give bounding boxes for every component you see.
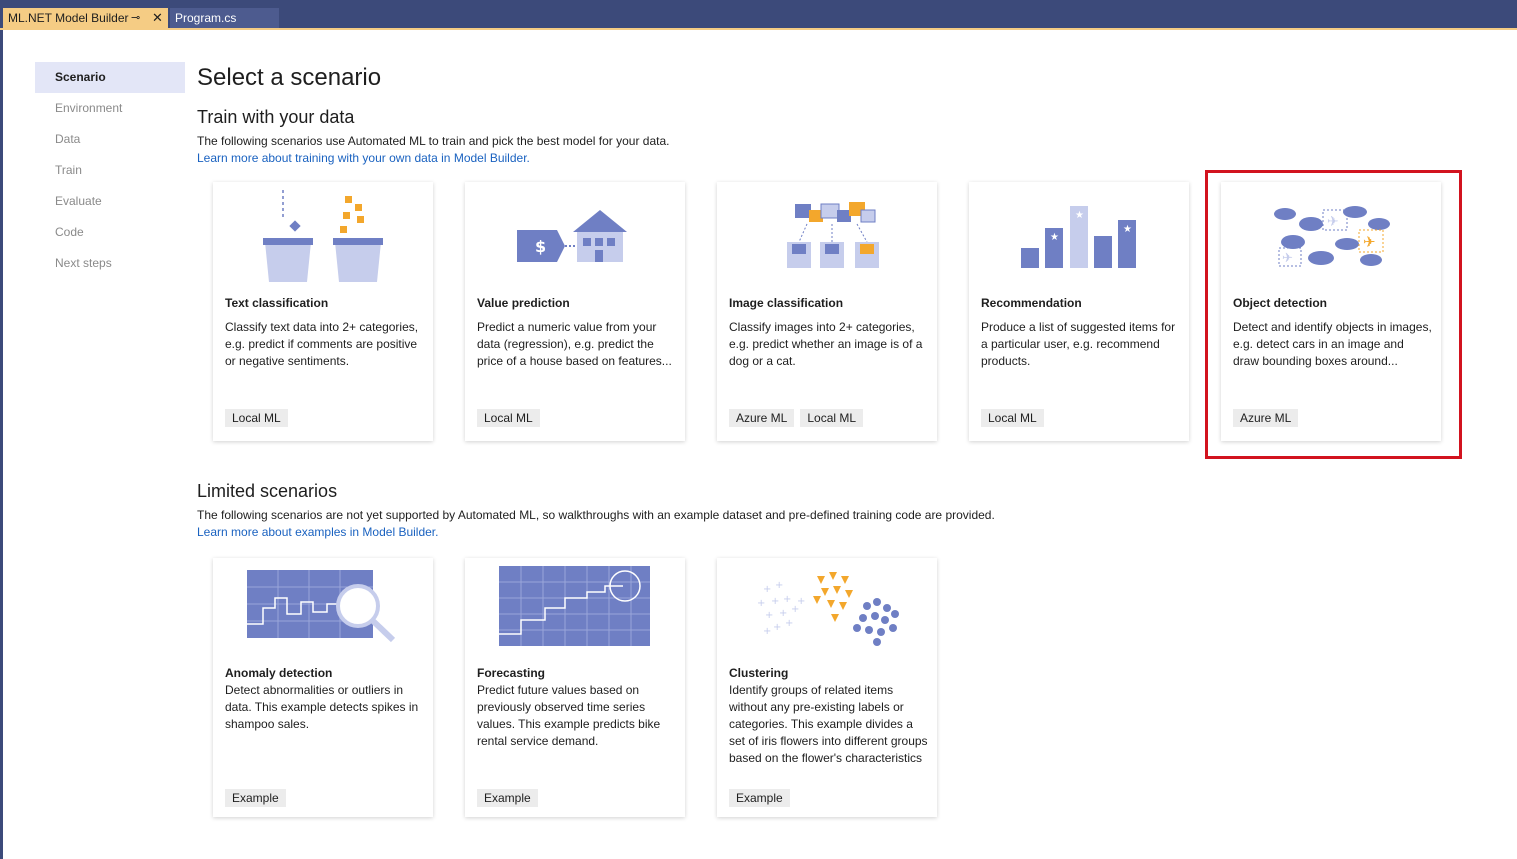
sidebar-item-scenario[interactable]: Scenario [35, 62, 185, 93]
limited-section-description: The following scenarios are not yet supp… [197, 508, 995, 522]
svg-text:+: + [775, 580, 783, 591]
svg-text:★: ★ [1050, 232, 1059, 243]
limited-learn-more-link[interactable]: Learn more about examples in Model Build… [197, 525, 438, 539]
tab-program-cs[interactable]: Program.cs [170, 8, 279, 28]
svg-text:+: + [785, 618, 793, 629]
card-tags: Example [225, 789, 286, 807]
train-section-title: Train with your data [197, 107, 355, 127]
svg-text:+: + [757, 598, 765, 609]
card-tags: Example [477, 789, 538, 807]
clustering-illustration: + ++ + ++ + ++ +++ [757, 572, 899, 646]
sidebar-item-environment[interactable]: Environment [35, 93, 185, 124]
sidebar-item-next-steps[interactable]: Next steps [35, 248, 185, 279]
forecasting-illustration [499, 566, 650, 646]
card-title: Anomaly detection [225, 666, 333, 680]
svg-text:$: $ [535, 237, 546, 256]
card-tags: Local ML [225, 409, 288, 427]
limited-section-title: Limited scenarios [197, 481, 338, 501]
recommendation-illustration: ★ ★ ★ [1021, 206, 1136, 268]
model-builder-window: ML.NET Model Builder ⊸ ✕ Program.cs Scen… [0, 0, 1517, 859]
card-title: Clustering [729, 666, 789, 680]
wizard-steps-sidebar: Scenario Environment Data Train Evaluate… [35, 62, 185, 279]
svg-text:+: + [765, 610, 773, 621]
close-icon[interactable]: ✕ [152, 8, 163, 28]
sidebar-item-train[interactable]: Train [35, 155, 185, 186]
tag-badge: Example [225, 789, 286, 807]
svg-text:+: + [797, 596, 805, 607]
card-title: Image classification [729, 296, 844, 310]
tag-badge: Example [477, 789, 538, 807]
tab-label: Program.cs [175, 11, 237, 25]
card-title: Recommendation [981, 296, 1082, 310]
tag-badge: Example [729, 789, 790, 807]
window-border [0, 0, 3, 859]
card-description: Identify groups of related items without… [729, 683, 928, 765]
scenario-card-clustering[interactable]: + + + + + + + + + + + + Clustering Identify grou… [717, 558, 937, 817]
scenario-card-forecasting[interactable]: Forecasting Predict future values based … [465, 558, 685, 817]
card-tags: Azure ML Local ML [729, 409, 864, 427]
value-prediction-illustration: $ [517, 210, 627, 262]
sidebar-item-evaluate[interactable]: Evaluate [35, 186, 185, 217]
card-description: Predict future values based on previousl… [477, 683, 661, 748]
svg-text:★: ★ [1075, 210, 1084, 221]
card-description: Classify text data into 2+ categories, e… [225, 320, 419, 368]
tab-label: ML.NET Model Builder [8, 11, 129, 25]
anomaly-detection-illustration [247, 570, 396, 643]
sidebar-item-code[interactable]: Code [35, 217, 185, 248]
selection-highlight [1205, 170, 1462, 459]
train-section-description: The following scenarios use Automated ML… [197, 134, 670, 148]
page-title: Select a scenario [197, 64, 382, 91]
scenario-card-value-prediction[interactable]: $ Value prediction Predict a numeric val… [465, 182, 685, 441]
card-description: Classify images into 2+ categories, e.g.… [729, 320, 923, 368]
card-title: Forecasting [477, 666, 546, 680]
pin-icon[interactable]: ⊸ [131, 8, 140, 28]
card-description: Detect abnormalities or outliers in data… [225, 683, 419, 731]
image-classification-illustration [787, 202, 879, 268]
text-classification-illustration [263, 190, 383, 282]
svg-text:+: + [773, 622, 781, 633]
document-tab-bar: ML.NET Model Builder ⊸ ✕ Program.cs [0, 0, 1517, 30]
card-tags: Local ML [981, 409, 1044, 427]
card-tags: Local ML [477, 409, 540, 427]
scenario-card-anomaly-detection[interactable]: Anomaly detection Detect abnormalities o… [213, 558, 433, 817]
sidebar-item-data[interactable]: Data [35, 124, 185, 155]
tab-model-builder[interactable]: ML.NET Model Builder ⊸ ✕ [3, 8, 168, 28]
svg-text:+: + [763, 626, 771, 637]
card-description: Predict a numeric value from your data (… [477, 320, 672, 368]
card-title: Text classification [225, 296, 329, 310]
scenario-card-recommendation[interactable]: ★ ★ ★ Recommendation Produce a list of s… [969, 182, 1189, 441]
tag-badge: Local ML [225, 409, 288, 427]
tag-badge: Local ML [981, 409, 1044, 427]
card-tags: Example [729, 789, 790, 807]
svg-text:+: + [763, 584, 771, 595]
tag-badge: Azure ML [729, 409, 795, 427]
scenario-card-image-classification[interactable]: Image classification Classify images int… [717, 182, 937, 441]
train-learn-more-link[interactable]: Learn more about training with your own … [197, 151, 530, 165]
svg-text:★: ★ [1123, 224, 1132, 235]
svg-text:+: + [771, 596, 779, 607]
tag-badge: Local ML [477, 409, 540, 427]
tag-badge: Local ML [800, 409, 864, 427]
scenario-card-text-classification[interactable]: Text classification Classify text data i… [213, 182, 433, 441]
card-title: Value prediction [477, 296, 570, 310]
card-description: Produce a list of suggested items for a … [981, 320, 1176, 368]
